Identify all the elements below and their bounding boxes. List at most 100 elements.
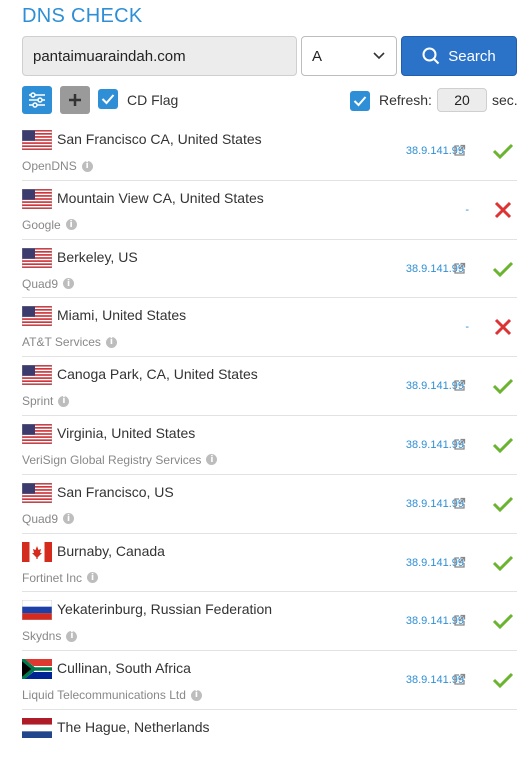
provider-line: AT&T Services i xyxy=(22,335,117,349)
result-row: Burnaby, Canada Fortinet Inc i 38.9.141.99 xyxy=(22,532,517,592)
check-mark-icon xyxy=(492,494,514,514)
provider-name: Fortinet Inc xyxy=(22,570,83,585)
check-mark-icon xyxy=(492,376,514,396)
result-row: Canoga Park, CA, United States Sprint i 38.… xyxy=(21,356,517,415)
search-button[interactable]: Search xyxy=(401,36,517,76)
check-mark-icon xyxy=(492,670,514,690)
result-row: San Francisco, US Quad9 i 38.9.141.99 xyxy=(21,473,517,533)
sliders-icon xyxy=(29,92,45,108)
provider-line: Liquid Telecommunications Ltd i xyxy=(22,688,202,702)
external-link-icon[interactable] xyxy=(453,379,466,392)
provider-name: AT&T Services xyxy=(22,335,101,350)
resolved-ip: - xyxy=(465,321,469,334)
provider-line: OpenDNS i xyxy=(22,159,93,173)
provider-line: Sprint i xyxy=(22,394,70,408)
result-row: Yekaterinburg, Russian Federation Skydns i… xyxy=(21,591,517,650)
flag-us-icon xyxy=(21,306,53,327)
result-row: San Francisco CA, United States OpenDNS i 3… xyxy=(21,122,517,180)
external-link-icon[interactable] xyxy=(453,614,466,627)
provider-name: VeriSign Global Registry Services xyxy=(22,452,202,467)
cross-mark-icon xyxy=(492,317,514,337)
info-icon[interactable]: i xyxy=(81,160,93,172)
flag-us-icon xyxy=(21,129,53,151)
result-row: Berkeley, US Quad9 i 38.9.141.99 xyxy=(21,238,517,298)
add-server-button[interactable] xyxy=(60,86,90,114)
server-location: Canoga Park, CA, United States xyxy=(57,366,258,383)
external-link-icon[interactable] xyxy=(453,673,466,686)
provider-name: Quad9 xyxy=(22,276,59,291)
server-location: Mountain View CA, United States xyxy=(57,189,264,206)
flag-us-icon xyxy=(21,247,53,268)
info-icon[interactable]: i xyxy=(105,336,117,348)
flag-ca-icon xyxy=(22,541,52,562)
result-row: Mountain View CA, United States Google i - xyxy=(21,179,517,239)
info-icon[interactable]: i xyxy=(63,513,75,525)
server-location: Cullinan, South Africa xyxy=(57,660,191,677)
info-icon[interactable]: i xyxy=(58,395,70,407)
flag-ru-icon xyxy=(21,600,53,621)
external-link-icon[interactable] xyxy=(453,556,466,569)
external-link-icon[interactable] xyxy=(453,144,466,157)
provider-line: Quad9 i xyxy=(22,511,75,526)
flag-nl-icon xyxy=(22,717,52,738)
cd-flag-label: CD Flag xyxy=(127,92,179,108)
cd-flag-checkbox[interactable] xyxy=(98,89,118,109)
info-icon[interactable]: i xyxy=(190,689,202,701)
provider-name: Skydns xyxy=(22,629,62,644)
refresh-unit: sec. xyxy=(492,92,518,108)
info-icon[interactable]: i xyxy=(87,572,99,584)
cross-mark-icon xyxy=(492,200,514,220)
result-row: Virginia, United States VeriSign Global R… xyxy=(21,414,517,474)
provider-line: Google i xyxy=(22,218,77,232)
record-type-select[interactable]: A xyxy=(301,36,397,76)
info-icon[interactable]: i xyxy=(65,219,77,231)
external-link-icon[interactable] xyxy=(453,497,466,510)
external-link-icon[interactable] xyxy=(453,438,466,451)
check-icon xyxy=(353,96,367,107)
plus-icon xyxy=(69,94,81,106)
provider-name: Google xyxy=(22,217,61,232)
server-location: Miami, United States xyxy=(57,307,187,324)
provider-line: Quad9 i xyxy=(22,276,75,291)
page-title: DNS CHECK xyxy=(22,5,143,27)
results-list: San Francisco CA, United States OpenDNS i 3… xyxy=(20,122,517,768)
refresh-label: Refresh: xyxy=(379,92,432,108)
refresh-interval-input[interactable] xyxy=(437,88,487,112)
server-location: San Francisco CA, United States xyxy=(57,131,262,147)
provider-name: OpenDNS xyxy=(22,159,77,173)
check-mark-icon xyxy=(492,259,514,279)
check-mark-icon xyxy=(492,141,514,161)
flag-us-icon xyxy=(21,482,53,504)
result-row: Miami, United States AT&T Services i - xyxy=(21,297,517,356)
external-link-icon[interactable] xyxy=(453,262,466,275)
flag-us-icon xyxy=(21,423,53,445)
provider-line: Fortinet Inc i xyxy=(22,570,99,585)
server-location: The Hague, Netherlands xyxy=(57,718,210,735)
flag-us-icon xyxy=(21,364,53,386)
flag-za-icon xyxy=(20,657,52,681)
refresh-checkbox[interactable] xyxy=(350,91,370,111)
info-icon[interactable]: i xyxy=(63,278,75,290)
server-location: Virginia, United States xyxy=(57,424,196,441)
server-location: Yekaterinburg, Russian Federation xyxy=(57,601,273,618)
result-row: Cullinan, South Africa Liquid Telecommuni… xyxy=(20,650,517,709)
provider-name: Liquid Telecommunications Ltd xyxy=(22,688,186,703)
search-icon xyxy=(422,47,440,65)
check-mark-icon xyxy=(492,611,514,631)
check-mark-icon xyxy=(492,553,514,573)
filter-settings-button[interactable] xyxy=(22,86,52,114)
domain-input[interactable] xyxy=(22,36,297,76)
provider-line: VeriSign Global Registry Services i xyxy=(22,452,218,467)
info-icon[interactable]: i xyxy=(206,454,218,466)
server-location: Burnaby, Canada xyxy=(57,542,165,559)
record-type-value: A xyxy=(312,47,323,65)
flag-us-icon xyxy=(21,188,53,210)
check-icon xyxy=(101,94,115,105)
server-location: San Francisco, US xyxy=(57,483,174,500)
check-mark-icon xyxy=(492,435,514,455)
info-icon[interactable]: i xyxy=(66,630,78,642)
provider-line: Skydns i xyxy=(22,629,78,644)
chevron-down-icon xyxy=(373,52,385,60)
search-button-label: Search xyxy=(448,47,496,65)
provider-name: Quad9 xyxy=(22,511,59,526)
